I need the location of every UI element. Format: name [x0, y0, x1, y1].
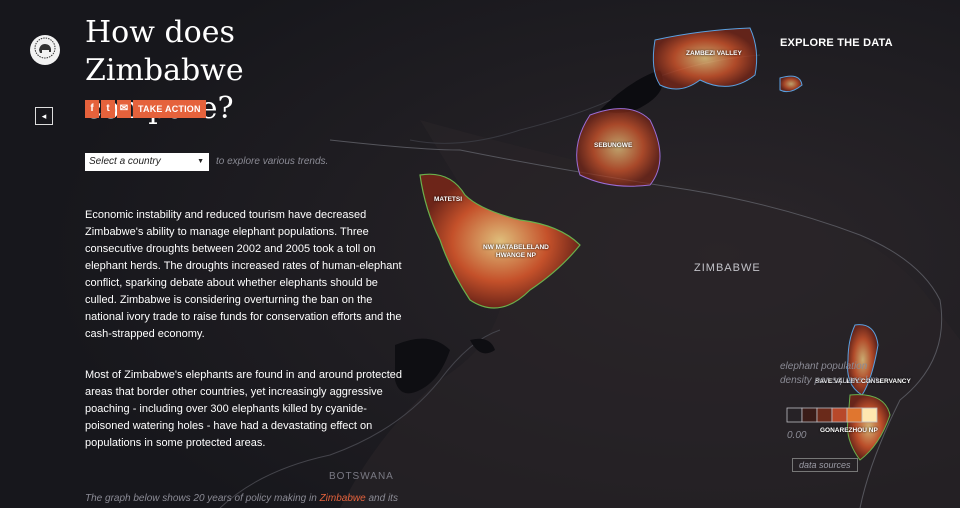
- paragraph-line: poaching - including over 300 elephants …: [85, 403, 367, 415]
- label-nw-matabeleland-line2: HWANGE NP: [495, 252, 536, 259]
- chevron-left-icon: ◂: [41, 111, 47, 121]
- label-nw-matabeleland-line1: NW MATABELELAND: [483, 244, 549, 251]
- back-button[interactable]: ◂: [35, 107, 53, 125]
- data-sources-button[interactable]: data sources: [792, 458, 858, 472]
- paragraph-line: Zimbabwe's ability to manage elephant po…: [85, 226, 369, 238]
- legend-title-line1: elephant population: [780, 361, 868, 372]
- paragraph-elephants: Most of Zimbabwe's elephants are found i…: [85, 367, 405, 452]
- select-hint: to explore various trends.: [216, 156, 329, 167]
- paragraph-line: Most of Zimbabwe's elephants are found i…: [85, 369, 403, 381]
- paragraph-line: national ivory trade to raise funds for …: [85, 311, 402, 323]
- paragraph-economic: Economic instability and reduced tourism…: [85, 207, 405, 343]
- title-line-1: How does Zimbabwe: [85, 15, 244, 88]
- take-action-button[interactable]: TAKE ACTION: [133, 100, 206, 118]
- paragraph-line: elephant herds. The droughts increased r…: [85, 260, 402, 272]
- paragraph-line: consecutive droughts between 2002 and 20…: [85, 243, 376, 255]
- caption-country-link[interactable]: Zimbabwe: [320, 493, 366, 504]
- label-gonarezhou: GONAREZHOU NP: [820, 427, 878, 434]
- elephant-logo-icon: [34, 37, 56, 64]
- label-nw-matabeleland: NW MATABELELAND HWANGE NP: [483, 244, 549, 260]
- email-icon: ✉: [119, 103, 129, 114]
- country-select-value: Select a country: [89, 156, 161, 167]
- legend-title-line2: density per square km.: [780, 375, 882, 386]
- label-zimbabwe: ZIMBABWE: [694, 262, 761, 274]
- legend-title: elephant population density per square k…: [780, 360, 920, 388]
- share-bar: f t ✉ TAKE ACTION: [85, 100, 206, 118]
- legend-min-label: 0.00: [787, 430, 807, 441]
- caption-text-end: and its: [365, 493, 398, 504]
- twitter-button[interactable]: t: [101, 100, 115, 118]
- chevron-down-icon: ▼: [197, 158, 204, 165]
- paragraph-line: poisoned watering holes - have had a dev…: [85, 420, 373, 432]
- label-botswana: BOTSWANA: [329, 471, 394, 482]
- paragraph-line: populations in some protected areas.: [85, 437, 266, 449]
- label-sebungwe: SEBUNGWE: [594, 142, 633, 149]
- paragraph-line: cash-strapped economy.: [85, 328, 205, 340]
- country-select[interactable]: Select a country ▼: [85, 153, 209, 171]
- caption-text: The graph below shows 20 years of policy…: [85, 493, 320, 504]
- zambezi-valley-area: [652, 27, 758, 90]
- facebook-button[interactable]: f: [85, 100, 99, 118]
- facebook-icon: f: [90, 103, 94, 114]
- label-matetsi: MATETSI: [434, 196, 463, 203]
- paragraph-line: Economic instability and reduced tourism…: [85, 209, 367, 221]
- graph-caption: The graph below shows 20 years of policy…: [85, 493, 398, 504]
- paragraph-line: areas that border other countries, yet i…: [85, 386, 383, 398]
- explore-data-link[interactable]: EXPLORE THE DATA: [780, 37, 893, 49]
- email-button[interactable]: ✉: [117, 100, 131, 118]
- paragraph-line: conflict, sparking debate about whether …: [85, 277, 378, 289]
- twitter-icon: t: [106, 103, 110, 114]
- site-logo[interactable]: [30, 35, 60, 65]
- paragraph-line: culled. Zimbabwe is considering overturn…: [85, 294, 373, 306]
- label-zambezi-valley: ZAMBEZI VALLEY: [686, 50, 742, 57]
